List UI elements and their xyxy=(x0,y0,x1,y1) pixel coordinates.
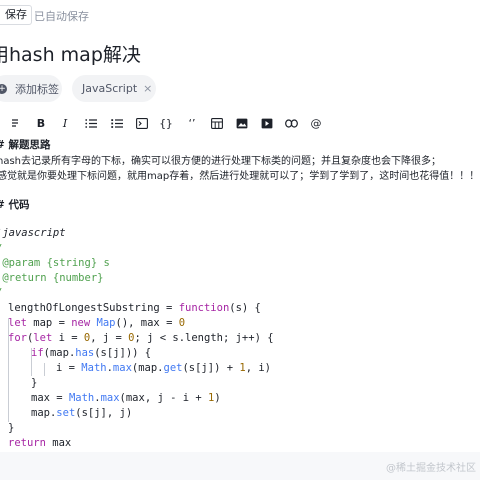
code-comment-end: / xyxy=(0,287,2,299)
code-line-3: for(let i = 0, j = 0; j < s.length; j++)… xyxy=(8,332,274,344)
video-icon[interactable] xyxy=(260,116,274,130)
code-line-1: lengthOfLongestSubstring = function(s) { xyxy=(8,302,261,314)
top-bar: 保存 已自动保存 xyxy=(0,0,480,30)
paragraph-2[interactable]: 感觉就是你要处理下标问题，就用map存着，然后进行处理就可以了；学到了学到了，这… xyxy=(0,167,479,182)
add-tag-label: 添加标签 xyxy=(15,82,59,96)
indent-guide xyxy=(44,363,45,376)
code-language: `javascript xyxy=(0,227,66,239)
code-comment-start: / xyxy=(0,243,2,255)
code-comment-return: @return {number} xyxy=(2,272,104,284)
tag-label: JavaScript xyxy=(82,82,138,95)
code-line-5: i = Math.max(map.get(s[j]) + 1, i) xyxy=(56,362,271,374)
section-heading-code: # 代码 xyxy=(0,197,29,212)
italic-button[interactable]: I xyxy=(58,116,72,130)
code-line-2: let map = new Map(), max = 0 xyxy=(8,317,186,329)
remove-tag-icon[interactable]: × xyxy=(143,82,152,95)
indent-guide xyxy=(8,318,9,422)
paragraph-1[interactable]: hash去记录所有字母的下标，确实可以很方便的进行处理下标类的问题；并且复杂度也… xyxy=(0,152,441,167)
editor-toolbar: B I {} ‘’ @ xyxy=(0,110,480,136)
footer-bar: @稀土掘金技术社区 xyxy=(0,452,480,480)
save-button[interactable]: 保存 xyxy=(0,5,32,25)
code-line-6: } xyxy=(31,377,38,389)
watermark: @稀土掘金技术社区 xyxy=(386,463,476,474)
link-icon[interactable] xyxy=(284,116,298,130)
section-heading-approach: # 解题思路 xyxy=(0,137,50,152)
tag-javascript[interactable]: JavaScript × xyxy=(72,75,156,102)
plus-icon: + xyxy=(0,83,7,94)
image-icon[interactable] xyxy=(235,116,249,130)
code-block[interactable]: `javascript / @param {string} s @return … xyxy=(0,222,480,452)
code-line-9: } xyxy=(8,422,15,434)
article-title[interactable]: 用hash map解决 xyxy=(0,40,141,67)
code-line-4: if(map.has(s[j])) { xyxy=(31,347,152,359)
indent-guide xyxy=(31,348,32,376)
unordered-list-icon[interactable] xyxy=(110,116,124,130)
code-line-7: max = Math.max(max, j - i + 1) xyxy=(31,392,221,404)
quote-button[interactable]: ‘’ xyxy=(185,116,199,130)
inline-code-button[interactable]: {} xyxy=(159,116,173,130)
auto-save-status: 已自动保存 xyxy=(34,10,89,23)
unknown-format-icon[interactable] xyxy=(8,116,22,130)
code-block-icon[interactable] xyxy=(135,116,149,130)
bold-button[interactable]: B xyxy=(34,116,48,130)
code-line-8: map.set(s[j], j) xyxy=(31,407,133,419)
code-comment-param: @param {string} s xyxy=(2,257,110,269)
mention-button[interactable]: @ xyxy=(309,116,323,130)
table-icon[interactable] xyxy=(210,116,224,130)
code-line-10: return max xyxy=(8,437,72,449)
add-tag-button[interactable]: + 添加标签 xyxy=(0,75,62,102)
ordered-list-icon[interactable] xyxy=(84,116,98,130)
